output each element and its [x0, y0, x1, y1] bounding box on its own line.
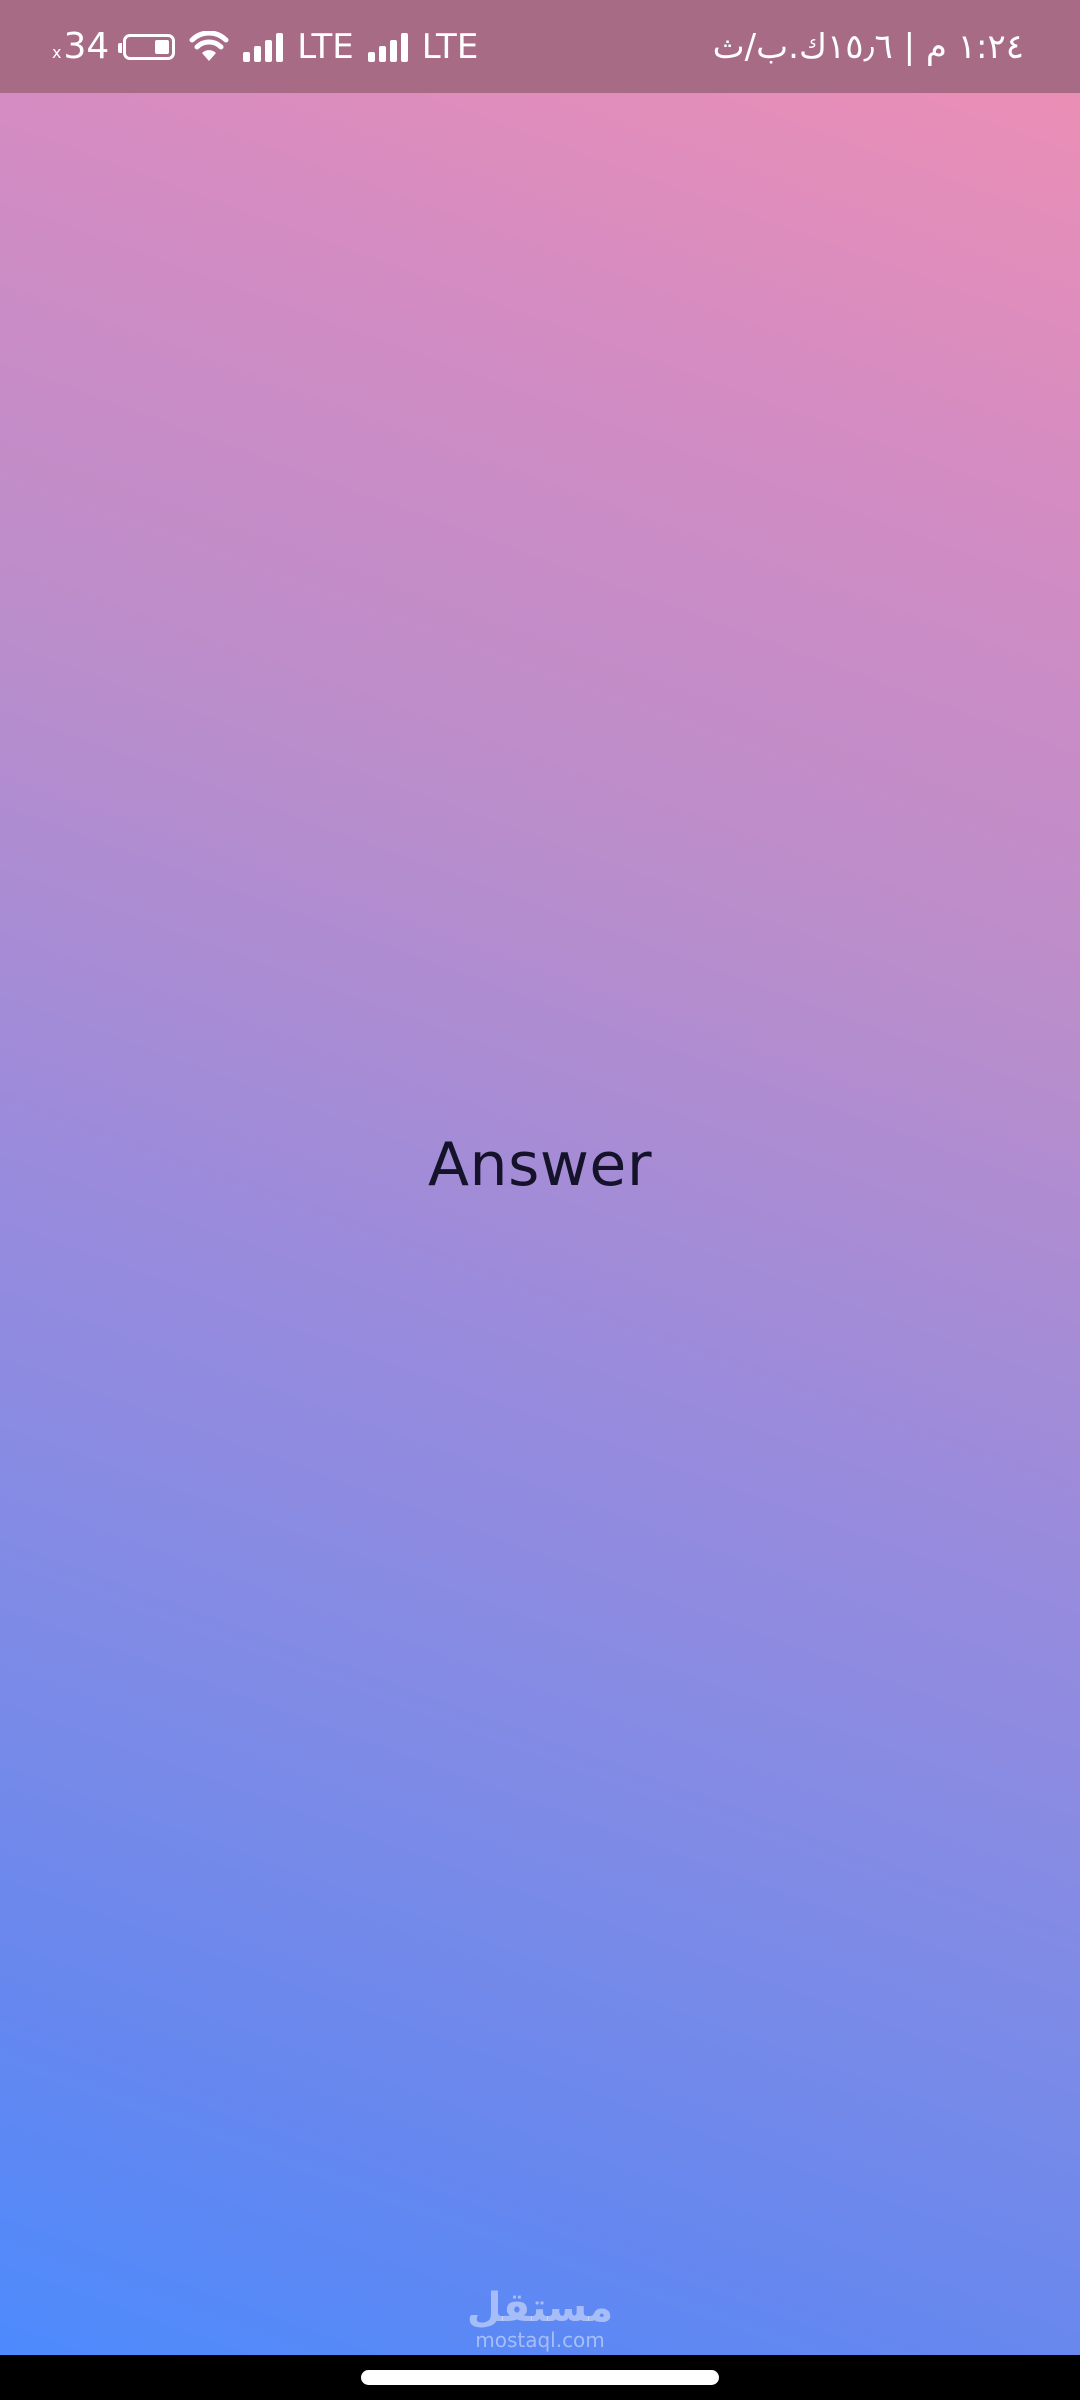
app-screen: x 34 LTE LTE ١:٢٤ م | ١٥٫٦ك.ب/ث Answer م… — [0, 0, 1080, 2400]
watermark-arabic: مستقل — [466, 2285, 614, 2331]
home-indicator[interactable] — [361, 2370, 719, 2385]
wifi-icon — [189, 30, 229, 61]
status-left-group: x 34 LTE LTE — [52, 0, 478, 93]
battery-percent: x 34 — [52, 25, 110, 67]
time-and-speed: ١:٢٤ م | ١٥٫٦ك.ب/ث — [712, 26, 1024, 67]
status-bar: x 34 LTE LTE ١:٢٤ م | ١٥٫٦ك.ب/ث — [0, 0, 1080, 93]
battery-marker: x — [52, 42, 62, 62]
watermark-latin: mostaql.com — [475, 2328, 605, 2352]
signal-icon — [367, 32, 408, 62]
battery-percent-value: 34 — [63, 25, 110, 67]
navigation-bar — [0, 2355, 1080, 2400]
signal-icon — [243, 32, 284, 62]
answer-label: Answer — [428, 1130, 652, 1200]
watermark-logo: مستقل mostaql.com — [0, 2288, 1080, 2350]
battery-level — [155, 39, 170, 54]
status-right-group: ١:٢٤ م | ١٥٫٦ك.ب/ث — [713, 0, 1024, 93]
network-type-1: LTE — [297, 26, 354, 67]
battery-icon — [118, 33, 176, 60]
network-type-2: LTE — [421, 26, 479, 67]
